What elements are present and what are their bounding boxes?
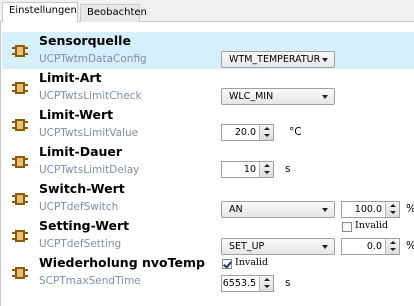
stepper-value: 6553.5	[222, 278, 256, 289]
arrow-up-icon	[264, 278, 270, 281]
setting-value-stepper[interactable]: 0.0	[341, 238, 400, 255]
connector-icon	[12, 193, 28, 205]
setting-property: UCPTwtsLimitValue	[39, 127, 139, 139]
chevron-down-icon	[322, 245, 328, 249]
invalid-checkbox[interactable]	[342, 222, 352, 232]
arrow-up-icon	[390, 241, 396, 244]
limit-value-stepper[interactable]: 20.0	[221, 124, 274, 141]
dropdown-value: WLC_MIN	[229, 91, 274, 102]
checkbox-label: Invalid	[355, 220, 389, 231]
unit-label: °C	[289, 126, 302, 138]
sensor-source-dropdown[interactable]: WTM_TEMPERATUR	[221, 51, 335, 68]
setting-row-wiederholung[interactable]: Wiederholung nvoTemp SCPTmaxSendTime Inv…	[2, 254, 414, 292]
settings-panel: Sensorquelle UCPTwtmDataConfig WTM_TEMPE…	[0, 22, 414, 306]
unit-label: s	[285, 277, 291, 289]
setting-property: UCPTwtmDataConfig	[39, 53, 147, 65]
setting-row-limit-wert[interactable]: Limit-Wert UCPTwtsLimitValue 20.0 °C	[2, 106, 414, 143]
stepper-buttons[interactable]	[385, 239, 399, 254]
connector-icon	[12, 82, 28, 94]
arrow-down-icon	[390, 211, 396, 214]
setting-title: Limit-Art	[39, 70, 102, 85]
chevron-down-icon	[322, 208, 328, 212]
stepper-buttons[interactable]	[385, 202, 399, 217]
stepper-value: 0.0	[366, 241, 382, 252]
setting-row-limit-art[interactable]: Limit-Art UCPTwtsLimitCheck WLC_MIN	[2, 69, 414, 106]
setting-title: Sensorquelle	[39, 33, 131, 48]
arrow-up-icon	[264, 127, 270, 130]
tab-bar: Einstellungen Beobachten	[0, 0, 414, 23]
setting-property: UCPTwtsLimitDelay	[39, 164, 140, 176]
dropdown-value: SET_UP	[229, 241, 265, 252]
arrow-down-icon	[390, 248, 396, 251]
stepper-value: 10	[243, 164, 256, 175]
connector-icon	[12, 230, 28, 242]
stepper-buttons[interactable]	[259, 276, 273, 291]
setting-title: Limit-Dauer	[39, 144, 123, 159]
stepper-value: 20.0	[234, 127, 256, 138]
setting-property: UCPTwtsLimitCheck	[39, 90, 142, 102]
setting-title: Wiederholung nvoTemp	[39, 255, 205, 270]
setting-row-limit-dauer[interactable]: Limit-Dauer UCPTwtsLimitDelay 10 s	[2, 143, 414, 180]
setting-property: UCPTdefSwitch	[39, 201, 119, 213]
setting-title: Setting-Wert	[39, 218, 130, 233]
arrow-down-icon	[264, 285, 270, 288]
setting-row-setting-wert[interactable]: Setting-Wert UCPTdefSetting Invalid SET_…	[2, 217, 414, 255]
setting-dropdown[interactable]: SET_UP	[221, 238, 335, 255]
stepper-buttons[interactable]	[259, 162, 273, 177]
switch-dropdown[interactable]: AN	[221, 201, 335, 218]
setting-row-switch-wert[interactable]: Switch-Wert UCPTdefSwitch AN 100.0 %	[2, 180, 414, 218]
dropdown-value: WTM_TEMPERATUR	[229, 54, 321, 65]
tab-einstellungen[interactable]: Einstellungen	[2, 2, 78, 23]
connector-icon	[12, 45, 28, 57]
chevron-down-icon	[322, 95, 328, 99]
unit-label: s	[285, 163, 291, 175]
limit-delay-stepper[interactable]: 10	[221, 161, 274, 178]
arrow-down-icon	[264, 134, 270, 137]
unit-label: %	[406, 203, 414, 215]
setting-row-sensorquelle[interactable]: Sensorquelle UCPTwtmDataConfig WTM_TEMPE…	[2, 32, 414, 69]
setting-property: SCPTmaxSendTime	[39, 275, 141, 287]
arrow-up-icon	[390, 204, 396, 207]
stepper-value: 100.0	[354, 204, 382, 215]
unit-label: %	[406, 240, 414, 252]
arrow-up-icon	[264, 164, 270, 167]
tab-beobachten[interactable]: Beobachten	[80, 4, 147, 22]
switch-value-stepper[interactable]: 100.0	[341, 201, 400, 218]
setting-property: UCPTdefSetting	[39, 238, 122, 250]
limit-check-dropdown[interactable]: WLC_MIN	[221, 88, 335, 105]
connector-icon	[12, 119, 28, 131]
checkbox-label: Invalid	[235, 257, 269, 268]
dropdown-value: AN	[229, 204, 243, 215]
max-send-time-stepper[interactable]: 6553.5	[221, 275, 274, 292]
invalid-checkbox[interactable]	[222, 259, 232, 269]
connector-icon	[12, 156, 28, 168]
stepper-buttons[interactable]	[259, 125, 273, 140]
chevron-down-icon	[322, 58, 328, 62]
connector-icon	[12, 267, 28, 279]
arrow-down-icon	[264, 171, 270, 174]
setting-title: Switch-Wert	[39, 181, 125, 196]
setting-title: Limit-Wert	[39, 107, 114, 122]
